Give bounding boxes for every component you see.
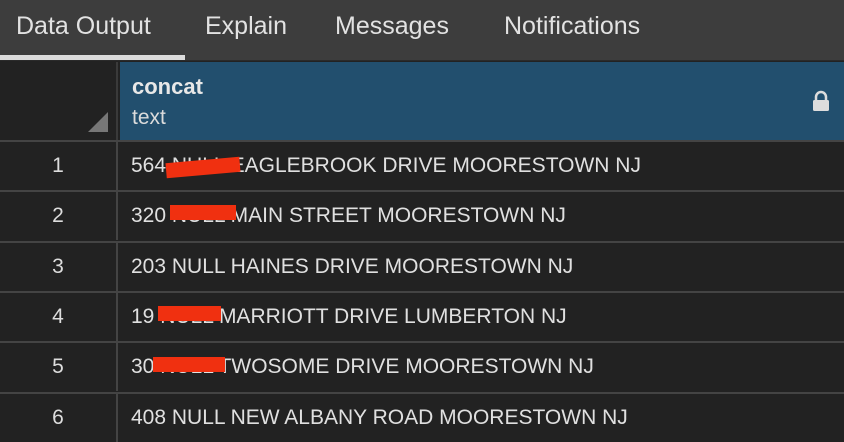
column-name: concat	[132, 74, 203, 99]
row-number[interactable]: 4	[0, 292, 118, 341]
table-row: 1 564 NULL EAGLEBROOK DRIVE MOORESTOWN NJ	[0, 140, 844, 190]
table-row: 5 30 NULL TWOSOME DRIVE MOORESTOWN NJ	[0, 341, 844, 392]
row-number[interactable]: 5	[0, 343, 118, 392]
active-tab-indicator	[0, 55, 185, 60]
lock-icon	[813, 90, 829, 111]
select-all-corner[interactable]	[0, 62, 118, 140]
table-row: 3 203 NULL HAINES DRIVE MOORESTOWN NJ	[0, 240, 844, 291]
table-row: 4 19 NULL MARRIOTT DRIVE LUMBERTON NJ	[0, 290, 844, 341]
row-number[interactable]: 1	[0, 142, 118, 190]
redaction-mark	[158, 306, 221, 321]
result-tabs: Data Output Explain Messages Notificatio…	[0, 0, 844, 61]
row-number[interactable]: 6	[0, 393, 118, 442]
tab-data-output[interactable]: Data Output	[16, 12, 151, 41]
tab-messages[interactable]: Messages	[335, 12, 449, 41]
table-row: 6 408 NULL NEW ALBANY ROAD MOORESTOWN NJ	[0, 391, 844, 442]
resize-triangle-icon	[88, 112, 108, 132]
table-row: 2 320 NULL MAIN STREET MOORESTOWN NJ	[0, 190, 844, 241]
redaction-mark	[170, 205, 236, 220]
column-header-concat[interactable]: concat text	[120, 62, 844, 140]
table-cell[interactable]: 203 NULL HAINES DRIVE MOORESTOWN NJ	[131, 243, 573, 291]
table-cell[interactable]: 408 NULL NEW ALBANY ROAD MOORESTOWN NJ	[131, 394, 628, 442]
tab-explain[interactable]: Explain	[205, 12, 287, 41]
row-number[interactable]: 2	[0, 192, 118, 241]
tab-notifications[interactable]: Notifications	[504, 12, 640, 41]
row-number[interactable]: 3	[0, 242, 118, 291]
column-type: text	[132, 106, 166, 129]
redaction-mark	[153, 357, 225, 372]
